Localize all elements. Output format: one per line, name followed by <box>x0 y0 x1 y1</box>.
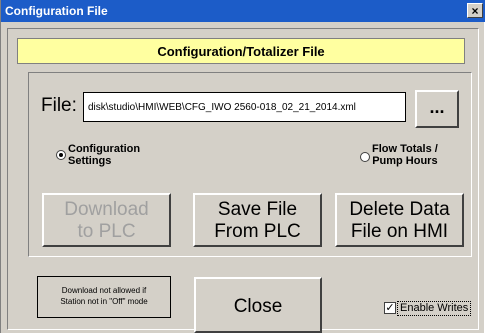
title-bar: Configuration File × <box>1 0 485 22</box>
browse-button[interactable]: ... <box>415 90 459 128</box>
button-label-line: File on HMI <box>350 221 449 242</box>
window-title: Configuration File <box>5 4 108 18</box>
button-label-line: to PLC <box>77 221 136 242</box>
delete-data-file-button[interactable]: Delete Data File on HMI <box>335 193 464 247</box>
config-settings-label[interactable]: Configuration Settings <box>68 143 140 167</box>
note-line: Download not allowed if <box>61 286 147 295</box>
radio-label-line: Pump Hours <box>372 155 438 167</box>
flow-totals-radio[interactable] <box>360 152 370 162</box>
file-path-input[interactable]: disk\studio\HMI\WEB\CFG_IWO 2560-018_02_… <box>83 92 406 122</box>
radio-label-line: Settings <box>68 155 112 167</box>
button-label-line: From PLC <box>214 221 301 242</box>
radio-label-line: Flow Totals / <box>372 143 438 155</box>
file-label: File: <box>41 95 77 116</box>
download-note: Download not allowed if Station not in "… <box>37 276 171 318</box>
button-label-line: Save File <box>217 199 298 220</box>
enable-writes-label[interactable]: Enable Writes <box>397 301 472 316</box>
close-button[interactable]: Close <box>194 277 322 333</box>
page-title: Configuration/Totalizer File <box>17 38 465 64</box>
save-file-from-plc-button[interactable]: Save File From PLC <box>193 193 322 247</box>
flow-totals-label[interactable]: Flow Totals / Pump Hours <box>372 143 438 167</box>
radio-label-line: Configuration <box>68 143 141 155</box>
note-line: Station not in "Off" mode <box>60 297 148 306</box>
close-icon[interactable]: × <box>467 3 483 18</box>
config-file-window: Configuration File × Configuration/Total… <box>0 0 485 333</box>
enable-writes-checkbox[interactable]: ✓ <box>384 302 396 314</box>
button-label-line: Delete Data <box>349 199 450 220</box>
config-settings-radio[interactable] <box>56 150 66 160</box>
button-label-line: Download <box>64 199 149 220</box>
download-to-plc-button[interactable]: Download to PLC <box>42 193 171 247</box>
